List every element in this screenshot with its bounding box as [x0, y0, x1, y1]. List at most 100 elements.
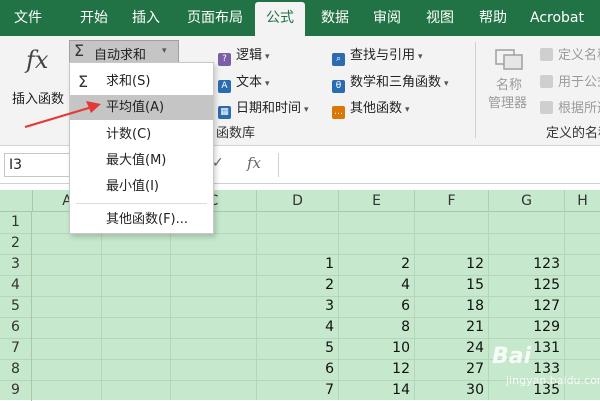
- math-button[interactable]: θ 数学和三角函数 ▾: [332, 71, 449, 93]
- cell-d8[interactable]: 6: [256, 359, 334, 380]
- text-label: 文本: [236, 75, 263, 90]
- tab-insert[interactable]: 插入: [122, 0, 170, 36]
- lookup-button[interactable]: ⌕ 查找与引用 ▾: [332, 44, 423, 66]
- text-button[interactable]: A 文本 ▾: [218, 71, 270, 93]
- tab-view[interactable]: 视图: [417, 0, 463, 36]
- math-icon: θ: [332, 80, 345, 93]
- create-from-selection-label: 根据所选: [558, 101, 600, 116]
- create-from-selection-icon: [540, 101, 553, 114]
- name-manager-icon: [495, 49, 523, 70]
- tab-help[interactable]: 帮助: [470, 0, 516, 36]
- tab-data[interactable]: 数据: [312, 0, 358, 36]
- datetime-button[interactable]: ▦ 日期和时间 ▾: [218, 97, 309, 119]
- column-header-f[interactable]: F: [414, 190, 488, 212]
- menu-item-max-label: 最大值(M): [106, 153, 167, 168]
- row-header-1[interactable]: 1: [0, 212, 32, 233]
- cell-f6[interactable]: 21: [414, 317, 484, 338]
- cell-d5[interactable]: 3: [256, 296, 334, 317]
- menu-item-more-functions-label: 其他函数(F)...: [106, 212, 189, 227]
- fx-icon[interactable]: fx: [247, 154, 261, 172]
- menu-item-count[interactable]: 计数(C): [70, 122, 213, 147]
- math-label: 数学和三角函数: [350, 75, 442, 90]
- more-functions-button[interactable]: … 其他函数 ▾: [332, 97, 410, 119]
- row-header-7[interactable]: 7: [0, 338, 32, 359]
- tab-formulas[interactable]: 公式: [255, 2, 305, 36]
- row-header-3[interactable]: 3: [0, 254, 32, 275]
- cell-g5[interactable]: 127: [488, 296, 560, 317]
- cell-e5[interactable]: 6: [338, 296, 410, 317]
- menu-item-more-functions[interactable]: 其他函数(F)...: [70, 207, 213, 232]
- defined-names-group-label: 定义的名称: [546, 126, 600, 141]
- row-header-8[interactable]: 8: [0, 359, 32, 380]
- cell-f4[interactable]: 15: [414, 275, 484, 296]
- function-library-group-label: 函数库: [216, 126, 256, 141]
- cell-e3[interactable]: 2: [338, 254, 410, 275]
- cell-f5[interactable]: 18: [414, 296, 484, 317]
- menu-item-min-label: 最小值(I): [106, 179, 159, 194]
- more-functions-label: 其他函数: [350, 101, 403, 116]
- cell-e8[interactable]: 12: [338, 359, 410, 380]
- cell-d3[interactable]: 1: [256, 254, 334, 275]
- define-name-label: 定义名称: [558, 48, 600, 63]
- cell-d7[interactable]: 5: [256, 338, 334, 359]
- more-functions-icon: …: [332, 106, 345, 119]
- cell-e6[interactable]: 8: [338, 317, 410, 338]
- cell-d9[interactable]: 7: [256, 380, 334, 401]
- watermark-url: jingyan.baidu.com: [506, 374, 600, 387]
- define-name-button[interactable]: 定义名称: [540, 44, 600, 63]
- menu-item-sum-label: 求和(S): [106, 74, 151, 89]
- formula-input[interactable]: [278, 153, 600, 177]
- row-header-4[interactable]: 4: [0, 275, 32, 296]
- insert-function-button[interactable]: fx 插入函数: [6, 44, 68, 107]
- autosum-button[interactable]: Σ 自动求和 ▾: [69, 40, 179, 64]
- cell-g4[interactable]: 125: [488, 275, 560, 296]
- row-header-6[interactable]: 6: [0, 317, 32, 338]
- row-header-5[interactable]: 5: [0, 296, 32, 317]
- gridline: [101, 212, 102, 400]
- cell-g3[interactable]: 123: [488, 254, 560, 275]
- group-separator: [475, 42, 476, 138]
- use-in-formula-button[interactable]: 用于公式: [540, 71, 600, 90]
- cell-g6[interactable]: 129: [488, 317, 560, 338]
- menu-item-average[interactable]: 平均值(A): [70, 95, 213, 120]
- row-header-9[interactable]: 9: [0, 380, 32, 401]
- chevron-down-icon: ▾: [162, 46, 167, 56]
- gridline: [564, 212, 565, 400]
- tab-review[interactable]: 审阅: [364, 0, 410, 36]
- create-from-selection-button[interactable]: 根据所选: [540, 97, 600, 116]
- column-header-h[interactable]: H: [564, 190, 600, 212]
- use-in-formula-icon: [540, 75, 553, 88]
- cell-e4[interactable]: 4: [338, 275, 410, 296]
- menu-item-min[interactable]: 最小值(I): [70, 174, 213, 199]
- row-header-2[interactable]: 2: [0, 233, 32, 254]
- column-header-d[interactable]: D: [256, 190, 338, 212]
- cell-f7[interactable]: 24: [414, 338, 484, 359]
- logical-button[interactable]: ? 逻辑 ▾: [218, 44, 270, 66]
- chevron-down-icon: ▾: [405, 105, 410, 115]
- lookup-label: 查找与引用: [350, 48, 416, 63]
- cell-e9[interactable]: 14: [338, 380, 410, 401]
- watermark-logo: Bai: [492, 344, 532, 369]
- sigma-icon: Σ: [78, 72, 89, 91]
- tab-home[interactable]: 开始: [70, 0, 118, 36]
- column-header-e[interactable]: E: [338, 190, 414, 212]
- name-manager-button[interactable]: 名称 管理器: [484, 46, 534, 114]
- tab-file[interactable]: 文件: [6, 0, 50, 36]
- menu-item-max[interactable]: 最大值(M): [70, 148, 213, 173]
- menu-item-sum[interactable]: Σ 求和(S): [70, 69, 213, 94]
- cell-f9[interactable]: 30: [414, 380, 484, 401]
- tab-acrobat[interactable]: Acrobat: [524, 0, 590, 36]
- cell-e7[interactable]: 10: [338, 338, 410, 359]
- cell-d6[interactable]: 4: [256, 317, 334, 338]
- chevron-down-icon: ▾: [418, 52, 423, 62]
- autosum-label: 自动求和: [94, 48, 147, 63]
- sigma-icon: Σ: [74, 41, 85, 60]
- cell-f8[interactable]: 27: [414, 359, 484, 380]
- column-header-g[interactable]: G: [488, 190, 564, 212]
- name-manager-label-line1: 名称: [496, 78, 523, 93]
- cell-d4[interactable]: 2: [256, 275, 334, 296]
- menu-item-count-label: 计数(C): [106, 127, 152, 142]
- tab-page-layout[interactable]: 页面布局: [180, 0, 250, 36]
- cell-f3[interactable]: 12: [414, 254, 484, 275]
- logical-label: 逻辑: [236, 48, 263, 63]
